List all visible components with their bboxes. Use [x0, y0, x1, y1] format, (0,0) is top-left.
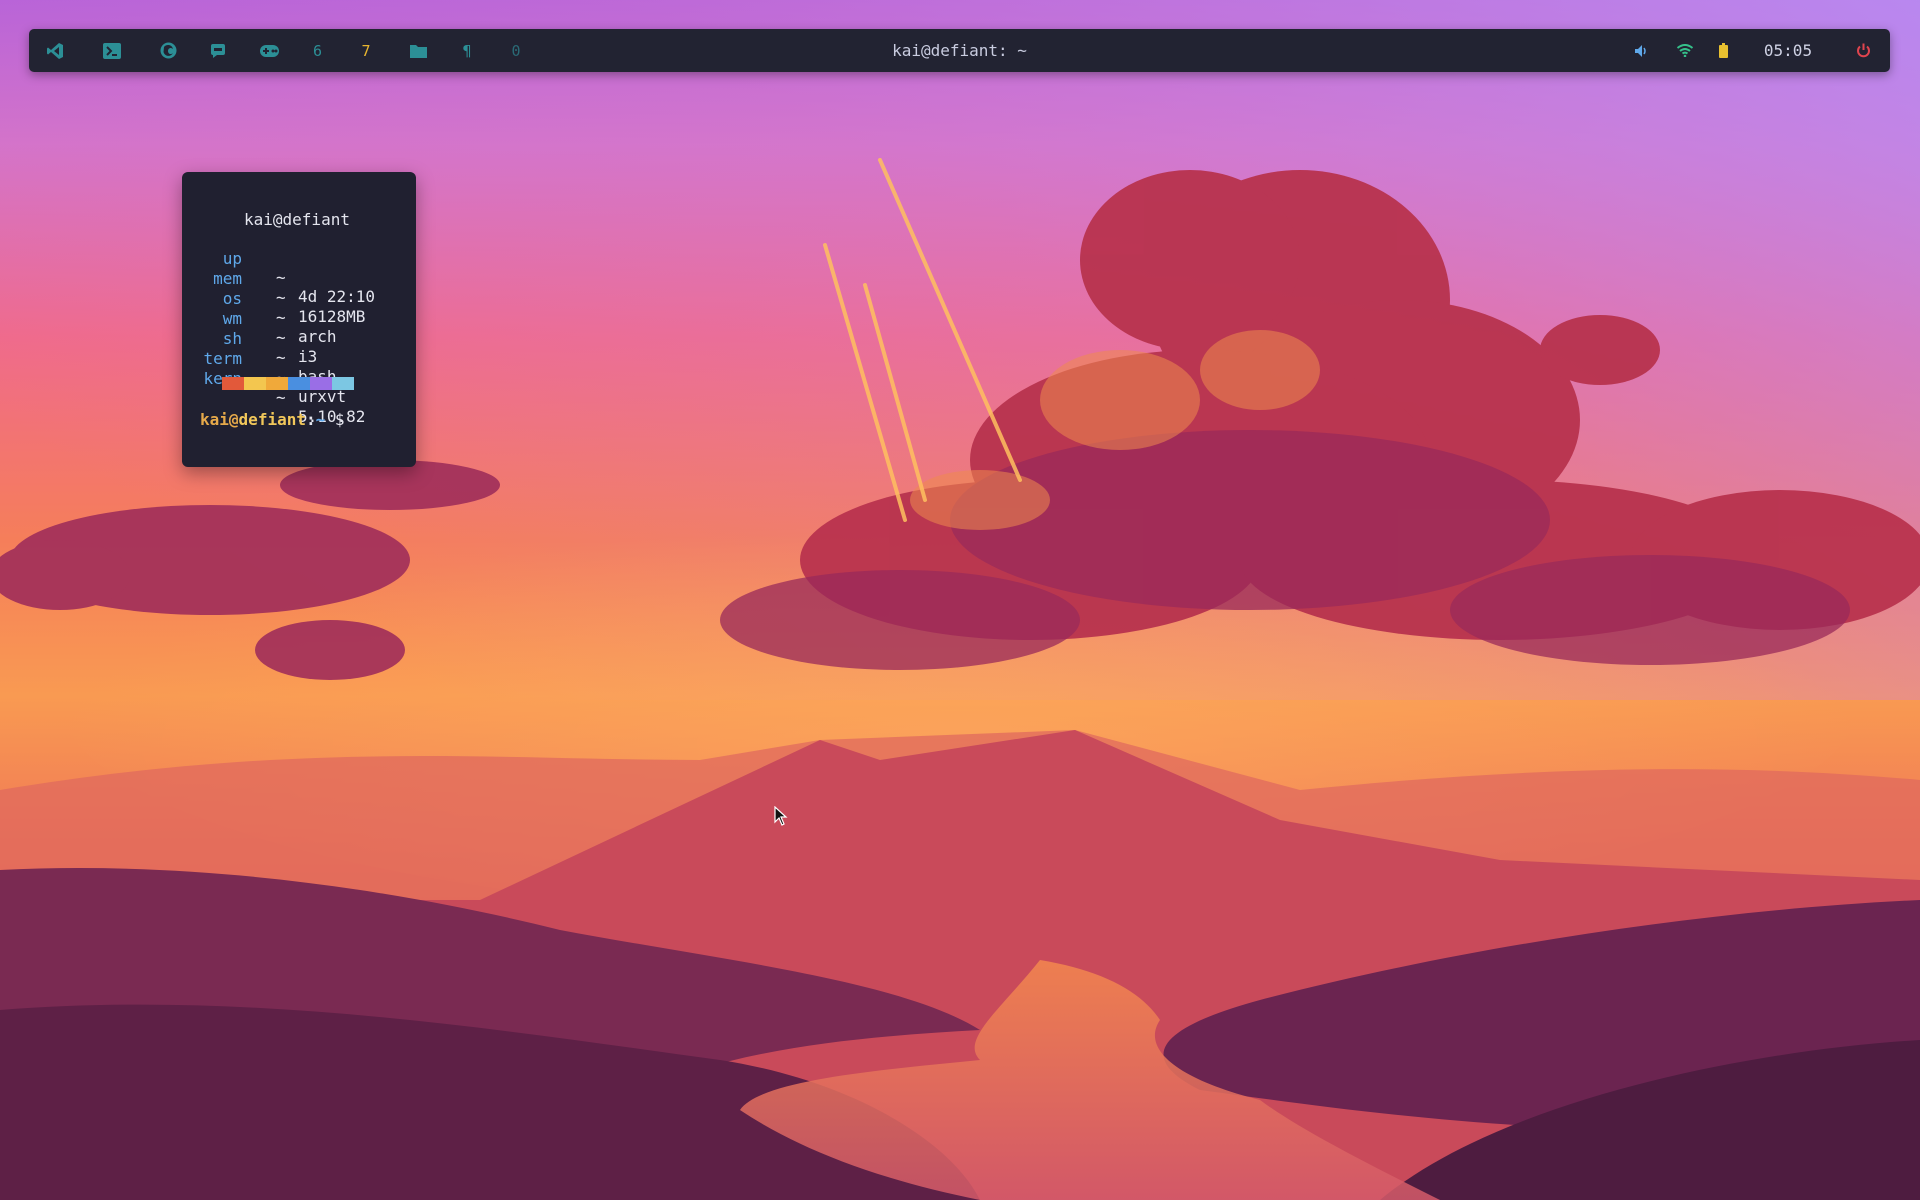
power-icon — [1856, 43, 1870, 58]
system-tray: 05:05 — [1620, 29, 1890, 72]
fetch-row-up: up ~ 4d 22:10 — [182, 230, 375, 306]
folder-icon — [409, 44, 427, 58]
fetch-sep: ~ — [276, 288, 286, 307]
prompt-user: kai — [200, 410, 229, 429]
workspace-vscode[interactable] — [29, 29, 81, 72]
wifi-icon — [1677, 44, 1693, 57]
fetch-value: arch — [298, 327, 337, 346]
firefox-icon — [160, 42, 176, 59]
wifi-status[interactable] — [1664, 29, 1706, 72]
color-palette — [222, 377, 354, 390]
top-bar: 6 7 ¶ 0 kai@defiant: ~ 05:05 — [29, 29, 1890, 72]
fetch-sep: ~ — [276, 268, 286, 287]
prompt-at: @ — [228, 410, 239, 429]
fetch-row-os: os ~ arch — [182, 270, 337, 346]
workspace-0-label: 0 — [511, 41, 521, 60]
fetch-sep: ~ — [276, 348, 286, 367]
prompt-colon: : — [305, 410, 316, 429]
fetch-row-term: term ~ urxvt — [182, 330, 346, 406]
gamepad-icon — [259, 44, 279, 57]
chat-icon — [211, 43, 225, 58]
vscode-icon — [47, 42, 63, 59]
fetch-row-mem: mem ~ 16128MB — [182, 250, 365, 326]
workspace-chat[interactable] — [193, 29, 243, 72]
pilcrow-icon: ¶ — [462, 41, 472, 60]
workspace-6-label: 6 — [312, 41, 323, 60]
volume-control[interactable] — [1620, 29, 1664, 72]
workspace-list: 6 7 ¶ 0 — [29, 29, 542, 72]
fetch-sep: ~ — [276, 388, 286, 407]
clock[interactable]: 05:05 — [1740, 29, 1836, 72]
fetch-row-kern: kern ~ 5.10.82 — [182, 350, 365, 426]
volume-icon — [1635, 44, 1646, 57]
workspace-6[interactable]: 6 — [295, 29, 340, 72]
mouse-cursor-icon — [774, 806, 788, 826]
fetch-value: 4d 22:10 — [298, 287, 376, 306]
power-button[interactable] — [1836, 29, 1890, 72]
battery-status[interactable] — [1706, 29, 1740, 72]
battery-icon — [1718, 43, 1728, 58]
color-swatch — [244, 377, 266, 390]
fetch-value: i3 — [298, 347, 318, 366]
color-swatch — [332, 377, 354, 390]
prompt-symbol: $ — [334, 410, 345, 429]
workspace-files[interactable] — [392, 29, 444, 72]
workspace-terminal[interactable] — [81, 29, 143, 72]
prompt-path: ~ — [315, 410, 326, 429]
workspace-7[interactable]: 7 — [340, 29, 392, 72]
color-swatch — [266, 377, 288, 390]
workspace-gamepad[interactable] — [243, 29, 295, 72]
fetch-value: 16128MB — [298, 307, 366, 326]
fetch-sep: ~ — [276, 328, 286, 347]
shell-prompt[interactable]: kai@defiant:~ $ — [200, 410, 345, 429]
fetch-user-host: kai@defiant — [244, 210, 350, 229]
fetch-sep: ~ — [276, 308, 286, 327]
workspace-pilcrow[interactable]: ¶ — [444, 29, 490, 72]
color-swatch — [288, 377, 310, 390]
prompt-host: defiant — [238, 410, 306, 429]
color-swatch — [222, 377, 244, 390]
fetch-row-sh: sh ~ bash — [182, 310, 337, 386]
terminal-window[interactable]: kai@defiant up ~ 4d 22:10 mem ~ 16128MB … — [182, 172, 416, 467]
workspace-0[interactable]: 0 — [490, 29, 542, 72]
color-swatch — [310, 377, 332, 390]
fetch-row-wm: wm ~ i3 — [182, 290, 318, 366]
workspace-firefox[interactable] — [143, 29, 193, 72]
workspace-7-label: 7 — [361, 41, 371, 60]
terminal-icon — [103, 42, 121, 59]
